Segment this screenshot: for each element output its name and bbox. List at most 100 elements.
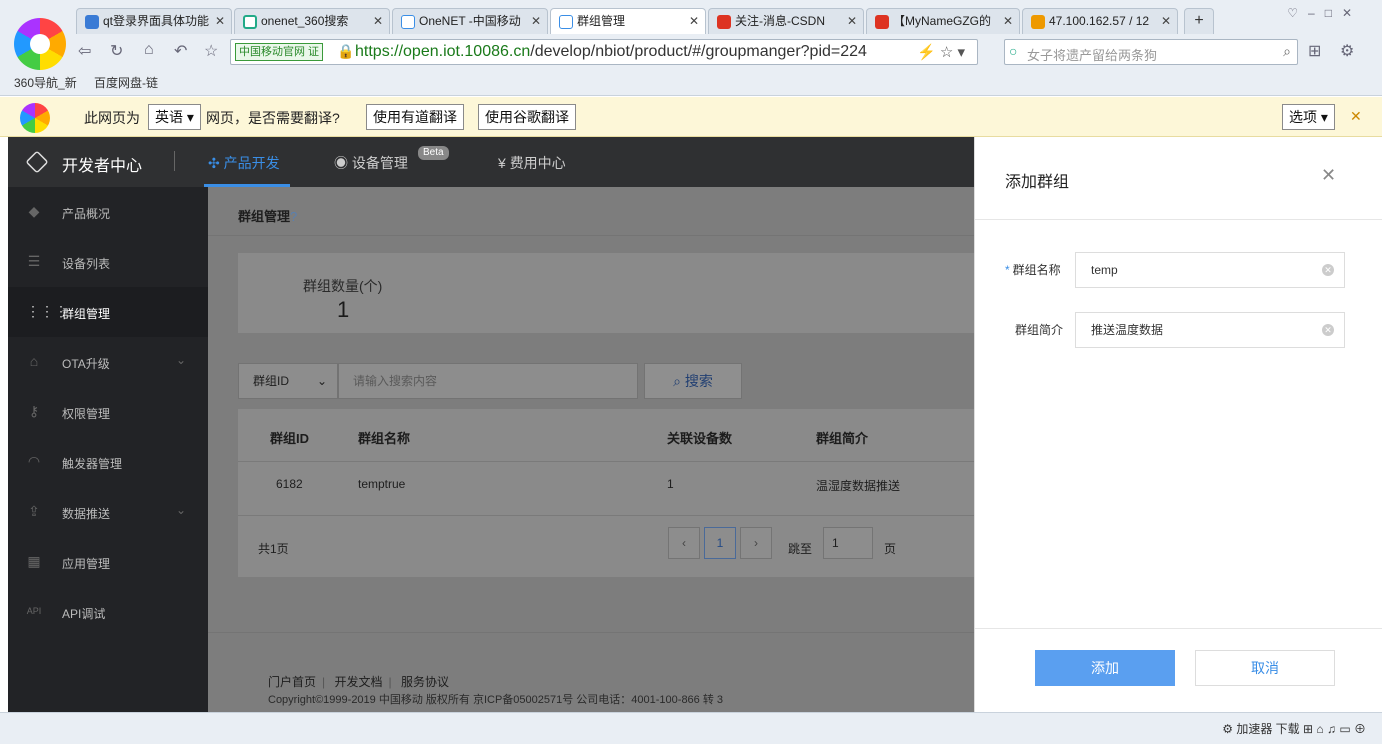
add-button[interactable]: 添加 [1035,650,1175,686]
tab-label: 群组管理 [577,14,626,28]
sidebar-item-groups[interactable]: ⋮⋮⋮ 群组管理 [8,287,208,337]
apps-icon: ▦ [27,553,41,569]
input-value: 推送温度数据 [1091,323,1164,337]
sidebar-item-triggers[interactable]: ◠ 触发器管理 [8,437,208,487]
brand-title[interactable]: 开发者中心 [62,152,142,176]
tab-close-icon[interactable]: ✕ [531,9,541,34]
footer-link-terms[interactable]: 服务协议 [401,675,449,689]
clear-icon[interactable]: ✕ [1322,324,1334,336]
molecule-icon: ✣ [208,155,224,171]
circle-icon: ◉ [334,155,352,171]
language-select[interactable]: 英语 ▾ [148,104,201,130]
search-input[interactable]: 请输入搜索内容 [338,363,638,399]
prev-page-button[interactable]: ‹ [668,527,700,559]
pma-icon [1031,14,1045,29]
new-tab-button[interactable]: + [1184,8,1214,34]
next-page-button[interactable]: › [740,527,772,559]
tab-3[interactable]: OneNET -中国移动 ✕ [392,8,548,34]
search-icon[interactable]: ⌕ [1283,43,1291,60]
bookmark-item[interactable]: 360导航_新 [14,76,77,90]
sidebar-item-data-push[interactable]: ⇪ 数据推送 ⌄ [8,487,208,537]
tab-close-icon[interactable]: ✕ [689,9,699,34]
back-icon[interactable]: ⇦ [78,41,91,61]
sidebar-item-devices[interactable]: ☰ 设备列表 [8,237,208,287]
required-mark: * [1005,263,1010,277]
tab-close-icon[interactable]: ✕ [373,9,383,34]
group-desc-input[interactable]: 推送温度数据 ✕ [1075,312,1345,348]
tab-close-icon[interactable]: ✕ [1003,9,1013,34]
sidebar-item-apps[interactable]: ▦ 应用管理 [8,537,208,587]
search-button-label: 搜索 [684,373,713,389]
youdao-translate-button[interactable]: 使用有道翻译 [366,104,464,130]
home-icon[interactable]: ⌂ [144,41,154,59]
address-bar[interactable]: 中国移动官网 证 🔒 https://open.iot.10086.cn/dev… [230,39,978,65]
nav-device-management[interactable]: ◉ 设备管理 [334,153,408,173]
tab-7[interactable]: 47.100.162.57 / 12 ✕ [1022,8,1178,34]
cloud-icon [559,14,573,29]
footer-link-docs[interactable]: 开发文档 [334,675,382,689]
browser-logo-icon[interactable] [14,18,66,70]
page-footer: 门户首页 | 开发文档 | 服务协议 Copyright©1999-2019 中国移… [208,632,974,712]
jump-page-input[interactable]: 1 [823,527,873,559]
security-badge: 中国移动官网 证 [235,43,324,61]
sidebar-item-api-debug[interactable]: API API调试 [8,587,208,637]
tab-label: 【MyNameGZG的 [893,14,992,28]
sidebar-item-permissions[interactable]: ⚷ 权限管理 [8,387,208,437]
grid-icon: ⋮⋮⋮ [26,303,68,319]
tab-close-icon[interactable]: ✕ [847,9,857,34]
column-header: 群组简介 [816,431,869,446]
developer-logo-icon [25,150,49,174]
address-actions-icon[interactable]: ⚡ ☆ ▾ [917,43,965,61]
beta-badge: Beta [418,146,449,160]
search-button[interactable]: ⌕ 搜索 [644,363,742,399]
table-cell: 6182 [276,477,303,491]
help-icon[interactable]: ? [290,209,297,224]
translate-options-button[interactable]: 选项 ▾ [1282,104,1335,130]
tab-label: qt登录界面具体功能 [103,14,210,28]
bookmark-item[interactable]: 百度网盘-链 [94,76,158,90]
group-name-label: * 群组名称 [1005,261,1061,278]
google-translate-button[interactable]: 使用谷歌翻译 [478,104,576,130]
divider [174,151,175,171]
page-number-button[interactable]: 1 [704,527,736,559]
tab-favicon-icon [243,14,257,29]
filter-field-label: 群组ID [253,374,290,388]
tab-6[interactable]: 【MyNameGZG的 ✕ [866,8,1020,34]
sidebar-item-overview[interactable]: ◆ 产品概况 [8,187,208,237]
tab-label: 47.100.162.57 / 12 [1049,14,1150,28]
url-text[interactable]: https://open.iot.10086.cn/develop/nbiot/… [355,43,867,61]
tab-2[interactable]: onenet_360搜索 ✕ [234,8,390,34]
tab-5[interactable]: 关注-消息-CSDN ✕ [708,8,864,34]
window-controls[interactable]: ♡–□✕ [1287,6,1362,20]
tools-icon[interactable]: ⚙ [1340,41,1354,61]
status-items[interactable]: ⚙ 加速器 下载 ⊞ ⌂ ♫ ▭ ⊕ [1222,720,1366,737]
refresh-icon[interactable]: ↻ [110,41,123,61]
push-icon: ⇪ [28,503,40,519]
browser-search-box[interactable]: ○ 女子将遗产留给两条狗 ⌕ [1004,39,1298,65]
nav-product-dev[interactable]: ✣ 产品开发 [208,153,280,173]
sidebar-item-label: 产品概况 [62,207,111,221]
url-path: /develop/nbiot/product/#/groupmanger?pid… [530,43,867,60]
filter-field-select[interactable]: 群组ID ⌄ [238,363,338,399]
drawer-title: 添加群组 [1005,174,1070,191]
close-icon[interactable]: ✕ [1321,165,1336,186]
tab-1[interactable]: qt登录界面具体功能 ✕ [76,8,232,34]
close-icon[interactable]: ✕ [1350,108,1362,125]
extensions-icon[interactable]: ⊞ [1308,41,1321,61]
sidebar-item-ota[interactable]: ⌂ OTA升级 ⌄ [8,337,208,387]
sidebar-item-label: 权限管理 [62,407,111,421]
accelerator-icon: ⚙ [1222,722,1237,736]
tab-4[interactable]: 群组管理 ✕ [550,8,706,34]
table-cell: 温湿度数据推送 [816,479,901,493]
favorite-icon[interactable]: ☆ [204,41,218,61]
yen-icon: ¥ [498,155,510,171]
nav-billing-center[interactable]: ¥ 费用中心 [498,153,566,173]
tab-label: 关注-消息-CSDN [735,14,825,28]
tab-close-icon[interactable]: ✕ [215,9,225,34]
footer-link-home[interactable]: 门户首页 [268,675,316,689]
tab-close-icon[interactable]: ✕ [1161,9,1171,34]
cancel-button[interactable]: 取消 [1195,650,1335,686]
group-name-input[interactable]: temp ✕ [1075,252,1345,288]
clear-icon[interactable]: ✕ [1322,264,1334,276]
undo-icon[interactable]: ↶ [174,41,187,61]
